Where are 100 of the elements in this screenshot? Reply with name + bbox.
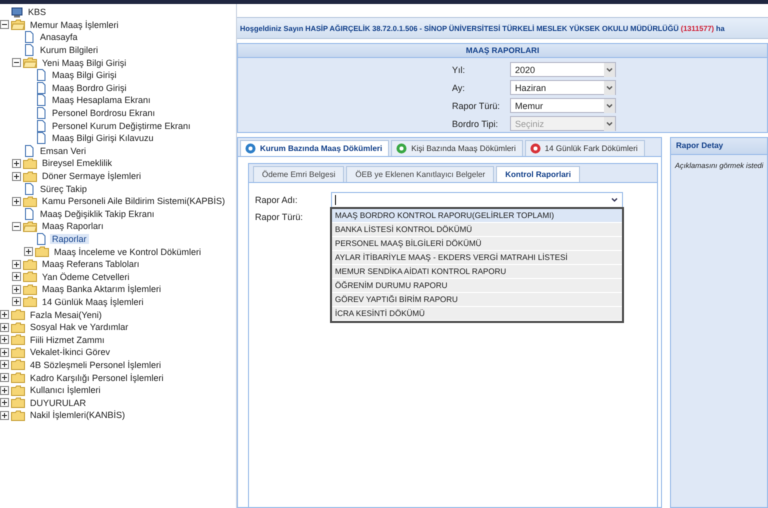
expander-icon[interactable] xyxy=(12,58,22,68)
tree-item[interactable]: Kurum Bilgileri xyxy=(38,45,100,56)
open-folder-icon xyxy=(23,220,37,232)
tree-item[interactable]: Kadro Karşılığı Personel İşlemleri xyxy=(28,372,166,383)
expander-icon[interactable] xyxy=(12,272,22,282)
folder-icon xyxy=(23,296,37,308)
dropdown-option[interactable]: ÖĞRENİM DURUMU RAPORU xyxy=(332,279,622,293)
report-name-combobox[interactable] xyxy=(331,192,623,208)
tree-item[interactable]: KBS xyxy=(26,7,48,18)
folder-icon xyxy=(11,372,25,384)
expander-icon[interactable] xyxy=(0,335,10,344)
tree-item[interactable]: 14 Günlük Maaş İşlemleri xyxy=(40,296,146,307)
tree-item[interactable]: Personel Bordrosu Ekranı xyxy=(50,108,158,118)
folder-icon xyxy=(23,271,37,282)
expander-icon[interactable] xyxy=(0,360,10,370)
tree-item[interactable]: 4B Sözleşmeli Personel İşlemleri xyxy=(28,360,164,370)
caret-icon xyxy=(604,62,615,76)
page-icon xyxy=(35,107,47,120)
tree-item[interactable]: Fiili Hizmet Zammı xyxy=(28,334,106,345)
field-label: Rapor Türü: xyxy=(452,100,501,110)
tree-item[interactable]: Personel Kurum Değiştirme Ekranı xyxy=(50,120,193,131)
tree-item[interactable]: Maaş Raporları xyxy=(40,221,106,232)
caret-icon xyxy=(604,116,615,130)
page-icon xyxy=(35,120,47,132)
folder-icon xyxy=(11,334,25,346)
tree-item[interactable]: Fazla Mesai(Yeni) xyxy=(28,310,104,320)
tree-item[interactable]: Süreç Takip xyxy=(38,184,89,194)
tab[interactable]: Kişi Bazında Maaş Dökümleri xyxy=(391,140,523,156)
page-icon xyxy=(23,144,35,157)
tree-item[interactable]: Yeni Maaş Bilgi Girişi xyxy=(40,58,128,68)
dropdown-option[interactable]: İCRA KESİNTİ DÖKÜMÜ xyxy=(332,307,622,321)
page-icon xyxy=(35,232,47,245)
computer-icon xyxy=(11,6,23,18)
tree-item[interactable]: Raporlar xyxy=(50,234,89,244)
expander-icon[interactable] xyxy=(12,222,22,231)
expander-icon[interactable] xyxy=(0,373,10,382)
expander-icon[interactable] xyxy=(0,310,10,320)
tab[interactable]: Kurum Bazında Maaş Dökümleri xyxy=(240,140,390,156)
folder-icon xyxy=(23,196,37,207)
folder-icon xyxy=(11,309,25,320)
select-field[interactable]: 2020 xyxy=(510,62,616,77)
panel-title: Rapor Detay xyxy=(671,138,767,155)
dropdown-option[interactable]: GÖREV YAPTIĞI BİRİM RAPORU xyxy=(332,293,622,307)
dropdown-option[interactable]: PERSONEL MAAŞ BİLGİLERİ DÖKÜMÜ xyxy=(332,237,622,251)
expander-icon[interactable] xyxy=(12,297,22,306)
expander-icon[interactable] xyxy=(0,398,10,408)
field-label: Ay: xyxy=(452,82,466,92)
expander-icon[interactable] xyxy=(0,348,10,357)
tab[interactable]: ÖEB ye Eklenen Kanıtlayıcı Belgeler xyxy=(346,166,494,182)
folder-icon xyxy=(11,384,25,396)
expander-icon[interactable] xyxy=(0,386,10,395)
tree-item[interactable]: Maaş Referans Tabloları xyxy=(40,259,142,270)
tree-item[interactable]: Maaş Bordro Girişi xyxy=(50,82,129,93)
tree-item[interactable]: Sosyal Hak ve Yardımlar xyxy=(28,322,130,332)
folder-icon xyxy=(11,346,25,358)
caret-icon xyxy=(604,80,615,94)
page-icon xyxy=(35,69,47,82)
open-folder-icon xyxy=(11,19,25,30)
tree-item[interactable]: Bireysel Emeklilik xyxy=(40,158,114,168)
tree-item[interactable]: Maaş Bilgi Girişi Kılavuzu xyxy=(50,133,156,144)
tab[interactable]: 14 Günlük Fark Dökümleri xyxy=(524,140,645,156)
tree-item[interactable]: Anasayfa xyxy=(38,32,80,42)
tree-item[interactable]: Kamu Personeli Aile Bildirim Sistemi(KAPBİS) xyxy=(40,196,228,206)
expander-icon[interactable] xyxy=(0,20,10,30)
expander-icon[interactable] xyxy=(12,158,22,168)
field-label: Bordro Tipi: xyxy=(452,118,500,128)
expander-icon[interactable] xyxy=(0,322,10,332)
tree-item[interactable]: Döner Sermaye İşlemleri xyxy=(40,171,144,182)
tree-item[interactable]: Yan Ödeme Cetvelleri xyxy=(40,272,132,282)
dropdown-option[interactable]: MEMUR SENDİKA AİDATI KONTROL RAPORU xyxy=(332,265,622,279)
select-field[interactable]: Haziran xyxy=(510,80,616,95)
tree-item[interactable]: Vekalet-İkinci Görev xyxy=(28,347,112,358)
expander-icon[interactable] xyxy=(24,247,34,256)
tree-item[interactable]: Maaş Bilgi Girişi xyxy=(50,70,119,80)
expander-icon[interactable] xyxy=(12,260,22,269)
folder-icon xyxy=(11,410,25,421)
page-icon xyxy=(23,44,35,56)
folder-icon xyxy=(23,258,37,270)
dropdown-option[interactable]: BANKA LİSTESİ KONTROL DÖKÜMÜ xyxy=(332,223,622,237)
tree-item[interactable]: Maaş Banka Aktarım İşlemleri xyxy=(40,284,164,294)
tab[interactable]: Kontrol Raporlari xyxy=(496,166,580,182)
select-field[interactable]: Memur xyxy=(510,98,616,113)
tree-item[interactable]: Maaş Hesaplama Ekranı xyxy=(50,95,153,106)
tree-item[interactable]: DUYURULAR xyxy=(28,398,88,408)
tree-item[interactable]: Emsan Veri xyxy=(38,146,88,156)
expander-icon[interactable] xyxy=(12,172,22,181)
tree-item[interactable]: Kullanıcı İşlemleri xyxy=(28,385,103,396)
folder-icon xyxy=(11,322,25,333)
expander-icon[interactable] xyxy=(0,410,10,420)
tab[interactable]: Ödeme Emri Belgesi xyxy=(253,166,344,182)
panel-title: MAAŞ RAPORLARI xyxy=(238,44,767,58)
dropdown-option[interactable]: AYLAR İTİBARİYLE MAAŞ - EKDERS VERGİ MATRAHI LİSTESİ xyxy=(332,251,622,265)
tree-item[interactable]: Nakil İşlemleri(KANBİS) xyxy=(28,410,128,420)
expander-icon[interactable] xyxy=(12,196,22,206)
expander-icon[interactable] xyxy=(12,284,22,294)
tree-item[interactable]: Maaş İnceleme ve Kontrol Dökümleri xyxy=(52,246,204,257)
folder-icon xyxy=(23,170,37,182)
dropdown-option[interactable]: MAAŞ BORDRO KONTROL RAPORU(GELİRLER TOPLAMI) xyxy=(332,209,622,223)
tree-item[interactable]: Memur Maaş İşlemleri xyxy=(28,20,121,30)
tree-item[interactable]: Maaş Değişiklik Takip Ekranı xyxy=(38,208,156,219)
